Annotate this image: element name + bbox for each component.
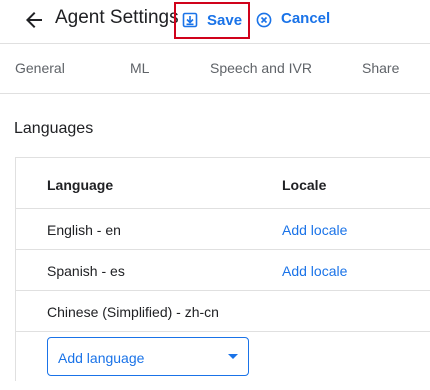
add-language-dropdown[interactable]: Add language [47,337,249,376]
languages-table: Language Locale English - en Add locale … [15,157,430,381]
save-download-icon [182,12,198,28]
add-language-label: Add language [58,350,145,366]
top-bar: Agent Settings Save Cancel [0,0,430,40]
dropdown-arrow-icon [228,354,238,359]
table-row: Spanish - es Add locale [16,250,430,291]
back-button[interactable] [22,8,46,32]
page-title: Agent Settings [55,7,179,28]
settings-tabs: General ML Speech and IVR Share [0,43,430,94]
language-column-header: Language [47,177,114,193]
save-button[interactable]: Save [174,2,250,39]
languages-section-title: Languages [14,120,94,137]
cancel-button-label: Cancel [281,10,331,27]
table-row: Chinese (Simplified) - zh-cn [16,291,430,332]
add-locale-link[interactable]: Add locale [282,222,347,238]
language-name: English - en [47,222,121,238]
cancel-circle-icon [256,12,272,28]
locale-column-header: Locale [282,177,327,193]
tab-speech-and-ivr[interactable]: Speech and IVR [210,60,312,76]
arrow-back-icon [26,12,42,28]
tab-general[interactable]: General [15,60,65,76]
tab-ml[interactable]: ML [130,60,149,76]
save-button-label: Save [207,12,243,29]
table-header-row: Language Locale [16,158,430,209]
table-row: English - en Add locale [16,209,430,250]
language-name: Chinese (Simplified) - zh-cn [47,304,219,320]
add-locale-link[interactable]: Add locale [282,263,347,279]
tab-share[interactable]: Share [362,60,399,76]
language-name: Spanish - es [47,263,125,279]
